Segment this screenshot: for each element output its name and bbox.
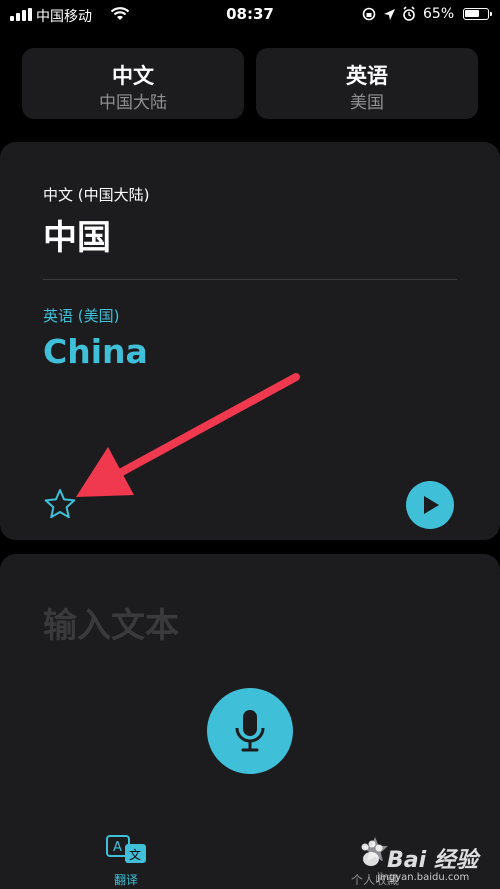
svg-text:文: 文 xyxy=(129,847,141,862)
source-text: 中国 xyxy=(43,218,111,258)
tab-translate[interactable]: A 文 翻译 xyxy=(98,835,154,888)
rotation-lock-icon xyxy=(362,7,376,21)
translate-icon: A 文 xyxy=(106,835,146,863)
baidu-watermark: Bai 经验 jingyan.baidu.com xyxy=(357,834,497,886)
translation-card: 中文 (中国大陆) 中国 英语 (美国) China xyxy=(0,142,500,540)
tab-translate-label: 翻译 xyxy=(113,873,138,887)
paw-logo-icon xyxy=(361,840,383,866)
play-audio-button[interactable] xyxy=(406,481,454,529)
favorite-star-icon[interactable] xyxy=(43,487,77,521)
status-icons xyxy=(362,6,415,21)
target-language-button[interactable]: 英语 美国 xyxy=(256,48,478,119)
target-language-label: 英语 (美国) xyxy=(43,307,120,325)
watermark-brand: Bai 经验 xyxy=(387,848,478,873)
status-bar: 中国移动 08:37 65% xyxy=(0,0,500,30)
text-input-placeholder[interactable]: 输入文本 xyxy=(43,598,179,647)
target-language-region: 美国 xyxy=(350,93,384,113)
alarm-icon xyxy=(403,6,415,21)
source-language-label: 中文 (中国大陆) xyxy=(43,186,150,204)
translated-text: China xyxy=(43,332,148,371)
card-divider xyxy=(43,279,457,280)
svg-text:A: A xyxy=(113,840,122,855)
source-language-name: 中文 xyxy=(112,64,154,88)
watermark-url: jingyan.baidu.com xyxy=(377,872,470,883)
battery-icon xyxy=(463,8,492,20)
microphone-icon xyxy=(235,710,265,752)
location-icon xyxy=(384,9,395,20)
target-language-name: 英语 xyxy=(346,64,388,88)
source-language-button[interactable]: 中文 中国大陆 xyxy=(22,48,244,119)
microphone-button[interactable] xyxy=(207,688,293,774)
battery-percentage: 65% xyxy=(423,6,455,22)
play-icon xyxy=(424,496,439,514)
source-language-region: 中国大陆 xyxy=(99,93,167,113)
